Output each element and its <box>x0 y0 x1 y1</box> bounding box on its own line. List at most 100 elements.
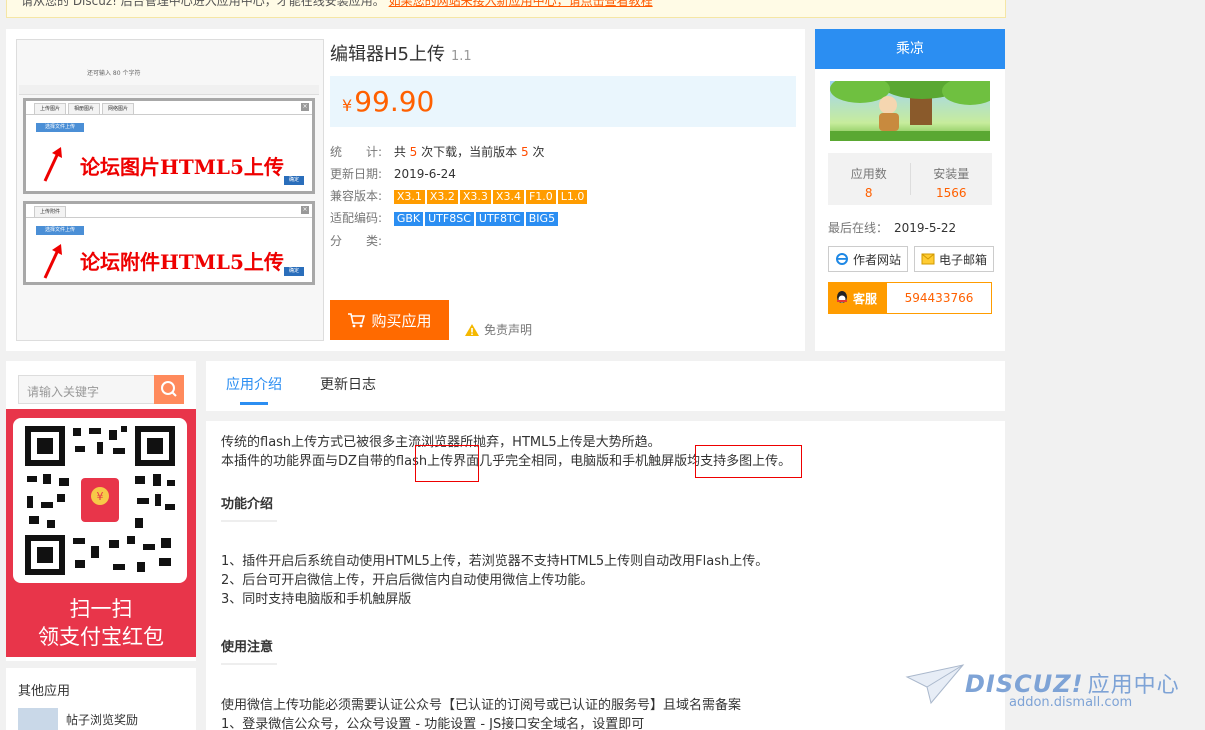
service-qq: 594433766 <box>904 291 974 305</box>
compat-tag: L1.0 <box>557 190 588 204</box>
disclaimer-link[interactable]: 免责声明 <box>464 321 532 338</box>
section-heading: 使用注意 <box>221 638 278 665</box>
dialog-tabs: 上传附件 <box>26 204 312 218</box>
ie-icon <box>836 253 848 265</box>
svg-text:¥: ¥ <box>97 490 104 503</box>
author-email-button[interactable]: 电子邮箱 <box>914 246 995 272</box>
dialog-tab: 上传图片 <box>34 103 67 114</box>
desc-paragraph: 传统的flash上传方式已被很多主流浏览器所抛弃，HTML5上传是大势所趋。 <box>221 435 661 450</box>
stats-text: 次下载，当前版本 <box>421 145 518 159</box>
download-count: 5 <box>409 145 418 159</box>
compat-tag: X3.4 <box>492 190 524 204</box>
author-stats: 应用数 8 安装量 1566 <box>828 153 992 205</box>
note-item: 1、登录微信公众号，公众号设置 - 功能设置 - JS接口安全域名，设置即可 <box>221 717 645 730</box>
section-heading: 功能介绍 <box>221 495 278 522</box>
notice-link[interactable]: 如果您的网站未接入新应用中心，请点击查看教程 <box>389 0 653 8</box>
screenshot-hint: 还可输入 80 个字符 <box>87 70 141 77</box>
app-screenshot[interactable]: 还可输入 80 个字符 上传图片 相册图片 网络图片 × 选择文件上传 论坛图片… <box>16 39 324 341</box>
last-online-label: 最后在线： <box>828 221 889 235</box>
service-label: 客服 <box>853 291 878 306</box>
search-box[interactable]: 请输入关键字 <box>18 375 184 404</box>
dialog-ok-button: 确定 <box>284 267 304 276</box>
encoding-tag: UTF8SC <box>425 212 474 226</box>
qq-icon <box>837 291 847 303</box>
compat-tag: F1.0 <box>525 190 556 204</box>
price-box: ¥99.90 <box>330 76 796 127</box>
updated-label: 更新日期: <box>330 167 383 181</box>
description: 传统的flash上传方式已被很多主流浏览器所抛弃，HTML5上传是大势所趋。 本… <box>221 433 991 730</box>
customer-service[interactable]: 客服 594433766 <box>828 282 992 314</box>
compat-tag: X3.1 <box>393 190 425 204</box>
feature-item: 2、后台可开启微信上传，开启后微信内自动使用微信上传功能。 <box>221 573 594 588</box>
feature-item: 3、同时支持电脑版和手机触屏版 <box>221 592 412 607</box>
stat-installs: 安装量 1566 <box>911 153 993 205</box>
dialog-tab: 上传附件 <box>34 206 67 217</box>
buy-button[interactable]: 购买应用 <box>330 300 449 340</box>
author-card: 乘凉 应用数 8 安装量 1566 最后在线： 2019-5-22 作者网站 电… <box>815 29 1005 351</box>
red-arrow-icon <box>43 147 62 182</box>
stat-installs-value: 1566 <box>935 186 967 200</box>
encoding-tag: UTF8TC <box>475 212 524 226</box>
paper-plane-icon <box>905 664 965 705</box>
search-icon <box>161 381 177 397</box>
alipay-promo[interactable]: ¥ 扫一扫 领支付宝红包 <box>6 409 196 657</box>
tab-intro[interactable]: 应用介绍 <box>226 361 282 409</box>
promo-line2: 领支付宝红包 <box>38 625 164 649</box>
desc-paragraph: 本插件的功能界面与DZ自带的flash上传界面几乎完全相同，电脑版和手机触屏版均… <box>221 454 792 469</box>
last-online: 最后在线： 2019-5-22 <box>828 219 956 236</box>
info-stats: 统 计: 共 5 次下载，当前版本 5 次 <box>330 143 544 160</box>
email-icon <box>921 253 935 265</box>
dialog-caption: 论坛附件HTML5上传 <box>80 250 284 274</box>
service-badge: 客服 <box>829 283 887 313</box>
stats-text: 共 <box>393 145 406 159</box>
screenshot-toolbar <box>19 85 319 95</box>
other-apps: 其他应用 帖子浏览奖励 <box>6 668 196 730</box>
stat-apps-value: 8 <box>864 186 873 200</box>
dialog-close-icon: × <box>301 103 309 111</box>
stat-apps-label: 应用数 <box>850 167 887 181</box>
watermark-url: addon.dismall.com <box>1009 695 1133 710</box>
search-button[interactable] <box>154 375 184 404</box>
info-category: 分 类: <box>330 232 390 249</box>
other-app-item[interactable]: 帖子浏览奖励 <box>18 708 138 730</box>
cart-icon <box>348 313 366 328</box>
discuz-watermark: DISCUZ! 应用中心 addon.dismall.com <box>905 663 1195 723</box>
other-app-name: 帖子浏览奖励 <box>66 712 139 727</box>
category-label: 分 类: <box>330 234 383 248</box>
updated-date: 2019-6-24 <box>393 167 456 181</box>
qr-code: ¥ <box>13 418 187 583</box>
other-apps-title: 其他应用 <box>18 684 71 699</box>
note-item: 使用微信上传功能必须需要认证公众号【已认证的订阅号或已认证的服务号】且域名需备案 <box>221 698 742 713</box>
dialog-pick-button: 选择文件上传 <box>36 226 84 235</box>
website-label: 作者网站 <box>853 252 902 267</box>
description-card: 传统的flash上传方式已被很多主流浏览器所抛弃，HTML5上传是大势所趋。 本… <box>206 421 1005 730</box>
dialog-close-icon: × <box>301 206 309 214</box>
encoding-tag: GBK <box>393 212 424 226</box>
compat-tag: X3.3 <box>459 190 491 204</box>
stats-text: 次 <box>532 145 545 159</box>
highlight-box <box>695 445 802 478</box>
watermark-brand-name: DISCUZ! <box>965 670 1084 698</box>
app-name: 编辑器H5上传 <box>330 44 445 65</box>
screenshot-dialog-image: 上传图片 相册图片 网络图片 × 选择文件上传 论坛图片HTML5上传 确定 <box>23 98 315 194</box>
buy-label: 购买应用 <box>371 311 432 330</box>
promo-line1: 扫一扫 <box>69 597 133 621</box>
screenshot-dialog-attach: 上传附件 × 选择文件上传 论坛附件HTML5上传 确定 <box>23 201 315 285</box>
dialog-tabs: 上传图片 相册图片 网络图片 <box>26 101 312 115</box>
version-download-count: 5 <box>520 145 529 159</box>
encoding-label: 适配编码: <box>330 211 383 225</box>
tab-changelog[interactable]: 更新日志 <box>320 361 376 409</box>
info-compat: 兼容版本: X3.1 X3.2 X3.3 X3.4 F1.0 L1.0 <box>330 187 589 204</box>
info-updated: 更新日期: 2019-6-24 <box>330 165 456 182</box>
author-avatar <box>830 81 990 141</box>
disclaimer-label: 免责声明 <box>484 323 533 337</box>
app-main-card: 还可输入 80 个字符 上传图片 相册图片 网络图片 × 选择文件上传 论坛图片… <box>6 29 805 351</box>
author-website-button[interactable]: 作者网站 <box>828 246 909 272</box>
notice-bar: 请从您的 Discuz! 后台管理中心进入应用中心，才能在线安装应用。 如果您的… <box>6 0 1006 18</box>
notice-text: 请从您的 Discuz! 后台管理中心进入应用中心，才能在线安装应用。 <box>21 0 385 8</box>
price-value: 99.90 <box>354 85 435 118</box>
search-input[interactable]: 请输入关键字 <box>27 383 99 400</box>
email-label: 电子邮箱 <box>939 252 988 267</box>
compat-label: 兼容版本: <box>330 189 383 203</box>
author-name[interactable]: 乘凉 <box>815 29 1005 69</box>
